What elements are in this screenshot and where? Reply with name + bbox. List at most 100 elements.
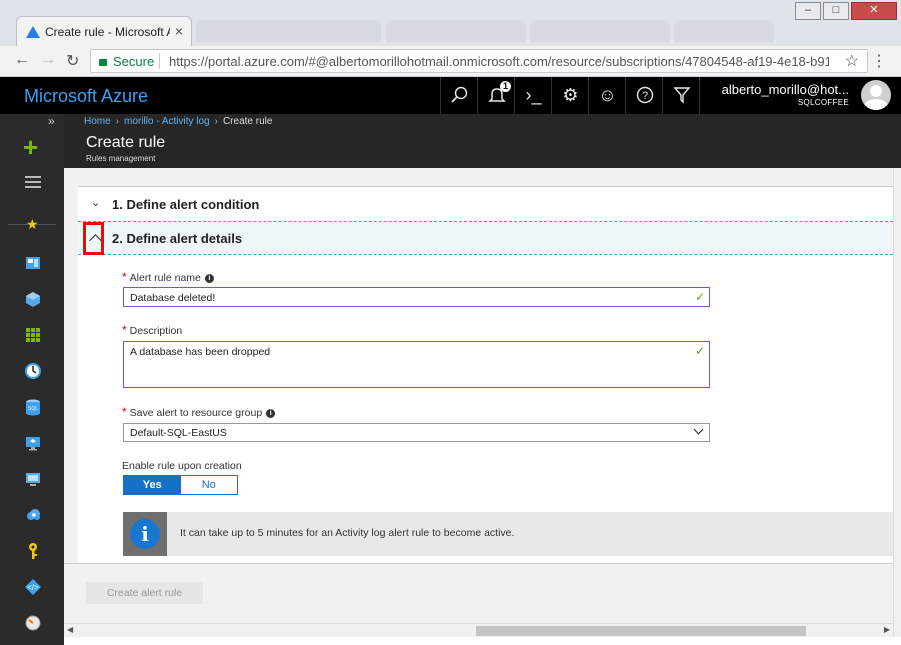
chevron-down-icon[interactable]: ⌄ (91, 196, 100, 209)
key-vault-icon[interactable] (24, 542, 42, 560)
page-title: Create rule (86, 134, 166, 151)
info-banner-text: It can take up to 5 minutes for an Activ… (180, 527, 515, 539)
azure-favicon-icon (26, 26, 40, 38)
maximize-button[interactable]: □ (823, 2, 849, 20)
cloud-shell-icon[interactable]: ›_ (514, 77, 552, 114)
create-resource-icon[interactable]: + (23, 134, 38, 160)
page-subtitle: Rules management (86, 154, 156, 163)
cloud-services-icon[interactable] (24, 506, 42, 524)
alert-rule-name-input[interactable]: Database deleted! ✓ (123, 287, 710, 307)
search-icon[interactable] (440, 77, 478, 114)
blade-header: Home › morillo - Activity log › Create rule … (64, 114, 901, 168)
all-resources-icon[interactable] (24, 326, 42, 344)
alert-rule-name-label: * Alert rule name i (122, 270, 214, 284)
scrollbar-thumb[interactable] (476, 626, 806, 636)
browser-menu-icon[interactable]: ⋮ (871, 51, 887, 71)
required-asterisk: * (122, 323, 127, 337)
info-circle-icon: i (130, 519, 160, 549)
required-asterisk: * (122, 405, 127, 419)
description-label: * Description (122, 323, 183, 337)
scroll-right-icon[interactable]: ▶ (884, 625, 890, 634)
description-textarea[interactable]: A database has been dropped ✓ (123, 341, 710, 388)
breadcrumb-current: Create rule (222, 116, 273, 127)
required-asterisk: * (122, 270, 127, 284)
chevron-right-icon: › (214, 116, 218, 127)
recent-clock-icon[interactable] (24, 362, 42, 380)
close-window-button[interactable]: ✕ (851, 2, 897, 20)
resource-group-label: * Save alert to resource group i (122, 405, 276, 419)
svg-text:?: ? (641, 90, 647, 102)
scroll-left-icon[interactable]: ◀ (67, 625, 73, 634)
enable-rule-label: Enable rule upon creation (122, 460, 242, 472)
browser-tab-background[interactable] (196, 20, 381, 42)
resource-groups-icon[interactable] (24, 290, 42, 308)
address-bar-row: ← → ↻ Secure https://portal.azure.com/#@… (0, 46, 901, 77)
browser-tab-active[interactable]: Create rule - Microsoft Az × (16, 16, 192, 47)
browser-tab-strip: Create rule - Microsoft Az × – □ ✕ (0, 0, 901, 47)
app-services-icon[interactable] (24, 470, 42, 488)
enable-rule-toggle: Yes No (123, 475, 238, 495)
secure-indicator[interactable]: Secure (99, 54, 154, 69)
azure-top-bar: Microsoft Azure 1 ›_ ⚙ ☺ ? alberto_moril… (0, 77, 901, 114)
horizontal-scrollbar[interactable]: ◀ ▶ (64, 623, 893, 638)
sql-databases-icon[interactable]: SQL (24, 398, 42, 416)
window-controls: – □ ✕ (795, 2, 897, 20)
toggle-no-button[interactable]: No (180, 476, 237, 494)
svg-text:</>: </> (27, 583, 39, 592)
reload-icon[interactable]: ↻ (66, 51, 79, 71)
browser-tab-background[interactable] (386, 20, 526, 42)
vertical-scrollbar[interactable] (893, 168, 901, 645)
code-diamond-icon[interactable]: </> (24, 578, 42, 596)
help-icon[interactable]: ? (625, 77, 663, 114)
dashboard-icon[interactable] (24, 254, 42, 272)
chevron-right-icon: › (115, 116, 120, 127)
breadcrumb-home[interactable]: Home (84, 116, 111, 127)
breadcrumb-activity-log[interactable]: morillo - Activity log (124, 116, 210, 127)
tab-title: Create rule - Microsoft Az (45, 25, 170, 39)
gear-icon[interactable]: ⚙ (551, 77, 589, 114)
left-sidebar: » + ★ SQL </> (0, 114, 64, 645)
azure-brand[interactable]: Microsoft Azure (24, 86, 148, 107)
monitor-gauge-icon[interactable] (24, 614, 42, 632)
url-text: https://portal.azure.com/#@albertomorill… (169, 54, 829, 69)
back-icon[interactable]: ← (14, 51, 30, 69)
directory-filter-icon[interactable] (662, 77, 700, 114)
breadcrumb: Home › morillo - Activity log › Create rule (84, 116, 272, 127)
minimize-button[interactable]: – (795, 2, 821, 20)
section-define-alert-condition[interactable]: ⌄ 1. Define alert condition (78, 186, 893, 221)
user-org: SQLCOFFEE (797, 98, 849, 107)
svg-text:SQL: SQL (28, 406, 38, 412)
chevron-down-icon (693, 424, 704, 435)
browser-tab-background[interactable] (530, 20, 670, 42)
avatar[interactable] (861, 80, 891, 110)
create-rule-form: ⌄ 1. Define alert condition 2. Define al… (78, 186, 893, 564)
smiley-icon[interactable]: ☺ (588, 77, 626, 114)
virtual-machines-icon[interactable] (24, 434, 42, 452)
resource-group-select[interactable]: Default-SQL-EastUS (123, 423, 710, 442)
info-icon[interactable]: i (266, 408, 276, 418)
valid-check-icon: ✓ (694, 290, 705, 304)
all-services-icon[interactable] (25, 176, 41, 191)
forward-icon[interactable]: → (40, 51, 56, 69)
favorites-star-icon[interactable]: ★ (26, 216, 39, 233)
chevron-up-icon (89, 234, 102, 247)
notification-count: 1 (500, 81, 511, 92)
browser-tab-background[interactable] (674, 20, 774, 42)
lock-icon (99, 59, 107, 66)
tab-close-icon[interactable]: × (175, 23, 183, 39)
sidebar-collapse-icon[interactable]: » (48, 114, 55, 128)
user-account[interactable]: alberto_morillo@hot... SQLCOFFEE (722, 82, 849, 107)
info-banner: i It can take up to 5 minutes for an Act… (123, 512, 893, 556)
section-define-alert-details[interactable]: 2. Define alert details (78, 221, 893, 255)
bookmark-star-icon[interactable]: ☆ (845, 51, 859, 71)
collapse-toggle-highlight[interactable] (83, 222, 104, 255)
create-alert-rule-button[interactable]: Create alert rule (86, 582, 203, 604)
section-title-condition: 1. Define alert condition (112, 197, 260, 212)
section-title-details: 2. Define alert details (112, 231, 243, 246)
toggle-yes-button[interactable]: Yes (124, 476, 181, 494)
blade-content: ⌄ 1. Define alert condition 2. Define al… (64, 168, 893, 623)
bell-icon[interactable]: 1 (477, 77, 515, 114)
url-input[interactable]: Secure https://portal.azure.com/#@albert… (90, 49, 868, 73)
valid-check-icon: ✓ (694, 344, 705, 358)
info-icon[interactable]: i (204, 273, 214, 283)
